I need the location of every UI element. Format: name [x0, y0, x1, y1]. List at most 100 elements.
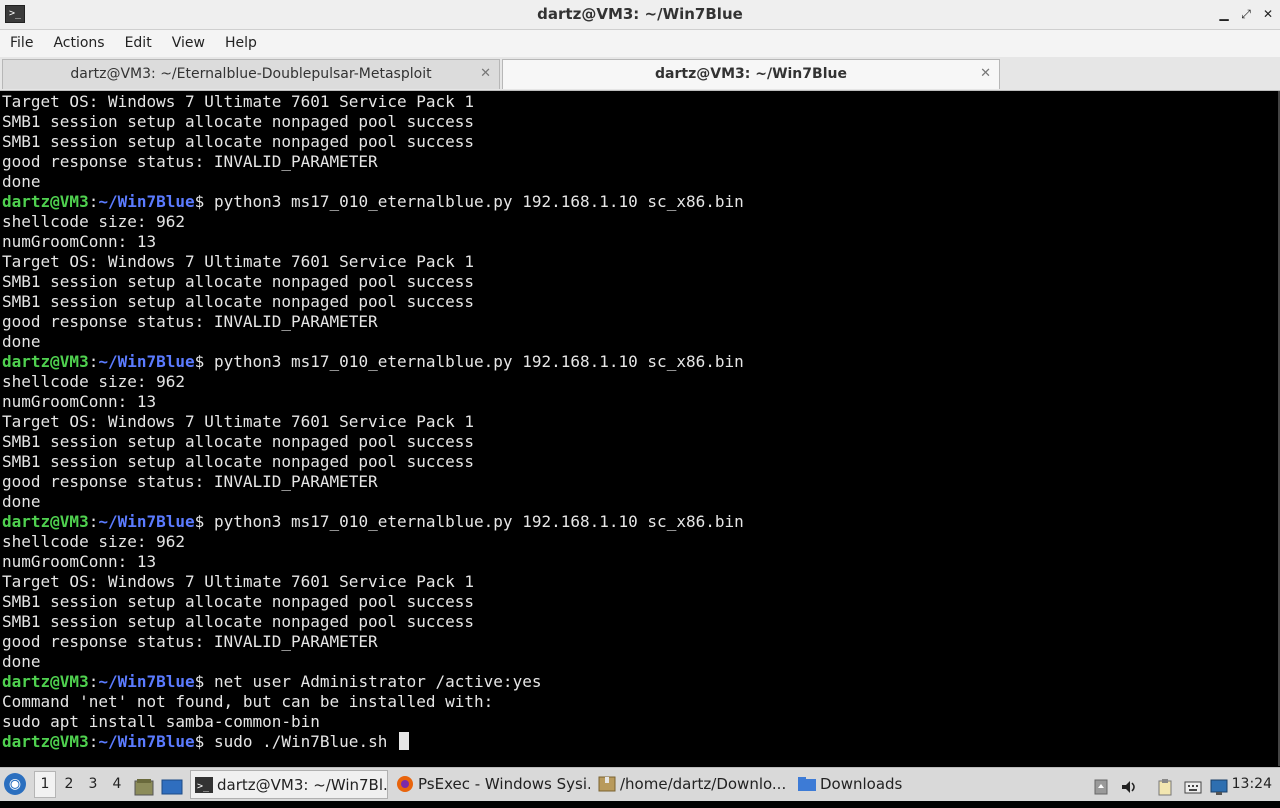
workspace-3[interactable]: 3: [82, 768, 104, 801]
firefox-icon: [397, 776, 413, 792]
terminal-output-line: Target OS: Windows 7 Ultimate 7601 Servi…: [2, 572, 475, 591]
text-cursor[interactable]: [398, 732, 409, 750]
menu-help[interactable]: Help: [215, 30, 267, 57]
prompt-separator: :: [88, 672, 99, 691]
terminal-output: Target OS: Windows 7 Ultimate 7601 Servi…: [2, 92, 744, 752]
tab-bar: dartz@VM3: ~/Eternalblue-Doublepulsar-Me…: [0, 57, 1280, 91]
terminal-output-line: Command 'net' not found, but can be inst…: [2, 692, 494, 711]
terminal-output-line: numGroomConn: 13: [2, 552, 157, 571]
window-title: dartz@VM3: ~/Win7Blue: [537, 5, 743, 23]
terminal-output-line: sudo apt install samba-common-bin: [2, 712, 320, 731]
tray-arrow-icon[interactable]: [1092, 775, 1110, 795]
terminal-output-line: good response status: INVALID_PARAMETER: [2, 632, 378, 651]
prompt-symbol: $: [194, 732, 205, 751]
close-button[interactable]: ✕: [1260, 6, 1276, 22]
terminal-output-line: SMB1 session setup allocate nonpaged poo…: [2, 432, 475, 451]
command-text: sudo ./Win7Blue.sh: [204, 732, 397, 751]
minimize-button[interactable]: ▁: [1216, 6, 1232, 22]
tab-close-icon[interactable]: ✕: [480, 60, 491, 88]
prompt-path: ~/Win7Blue: [98, 512, 195, 531]
task-label: PsExec - Windows Sysi...: [418, 775, 590, 793]
tab-label: dartz@VM3: ~/Eternalblue-Doublepulsar-Me…: [70, 66, 432, 82]
terminal-output-line: SMB1 session setup allocate nonpaged poo…: [2, 452, 475, 471]
prompt-user: dartz@VM3: [2, 672, 89, 691]
terminal-output-line: Target OS: Windows 7 Ultimate 7601 Servi…: [2, 252, 475, 271]
folder-icon: [798, 777, 816, 791]
terminal-output-line: numGroomConn: 13: [2, 232, 157, 251]
terminal-output-line: SMB1 session setup allocate nonpaged poo…: [2, 272, 475, 291]
task-firefox[interactable]: PsExec - Windows Sysi...: [392, 770, 590, 799]
terminal-output-line: done: [2, 652, 41, 671]
tab-close-icon[interactable]: ✕: [980, 60, 991, 88]
prompt-path: ~/Win7Blue: [98, 352, 195, 371]
prompt-separator: :: [88, 192, 99, 211]
prompt-symbol: $: [194, 672, 205, 691]
task-label: /home/dartz/Downlo...: [620, 775, 787, 793]
terminal-output-line: shellcode size: 962: [2, 372, 186, 391]
workspace-2[interactable]: 2: [58, 768, 80, 801]
lubuntu-start-icon[interactable]: ◉: [4, 773, 26, 795]
clock[interactable]: 13:24: [1232, 768, 1272, 801]
prompt-user: dartz@VM3: [2, 732, 89, 751]
menubar: File Actions Edit View Help: [0, 30, 1280, 57]
terminal-output-line: shellcode size: 962: [2, 532, 186, 551]
prompt-separator: :: [88, 352, 99, 371]
terminal-command-line: dartz@VM3:~/Win7Blue$ net user Administr…: [2, 672, 744, 692]
prompt-symbol: $: [194, 512, 205, 531]
tab-eternalblue-doublepulsar[interactable]: dartz@VM3: ~/Eternalblue-Doublepulsar-Me…: [2, 59, 500, 89]
prompt-path: ~/Win7Blue: [98, 672, 195, 691]
terminal-command-line: dartz@VM3:~/Win7Blue$ python3 ms17_010_e…: [2, 352, 744, 372]
task-archive[interactable]: /home/dartz/Downlo...: [594, 770, 790, 799]
command-text: net user Administrator /active:yes: [204, 672, 542, 691]
terminal-output-line: SMB1 session setup allocate nonpaged poo…: [2, 132, 475, 151]
terminal-output-line: good response status: INVALID_PARAMETER: [2, 312, 378, 331]
maximize-button[interactable]: ⤢: [1238, 6, 1254, 22]
terminal-output-line: Target OS: Windows 7 Ultimate 7601 Servi…: [2, 412, 475, 431]
terminal-icon: >_: [195, 777, 213, 793]
keyboard-icon[interactable]: [1184, 775, 1202, 794]
volume-icon[interactable]: [1120, 775, 1138, 793]
task-downloads[interactable]: Downloads: [794, 770, 944, 799]
svg-text:>_: >_: [197, 781, 210, 792]
terminal-output-line: SMB1 session setup allocate nonpaged poo…: [2, 612, 475, 631]
terminal-command-line: dartz@VM3:~/Win7Blue$ python3 ms17_010_e…: [2, 192, 744, 212]
prompt-user: dartz@VM3: [2, 352, 89, 371]
prompt-symbol: $: [194, 352, 205, 371]
terminal-output-line: done: [2, 172, 41, 191]
menu-edit[interactable]: Edit: [115, 30, 162, 57]
tab-win7blue[interactable]: dartz@VM3: ~/Win7Blue ✕: [502, 59, 1000, 89]
menu-view[interactable]: View: [162, 30, 215, 57]
terminal-output-line: good response status: INVALID_PARAMETER: [2, 472, 378, 491]
workspace-1[interactable]: 1: [34, 771, 56, 798]
command-text: python3 ms17_010_eternalblue.py 192.168.…: [204, 352, 744, 371]
prompt-separator: :: [88, 732, 99, 751]
workspace-4[interactable]: 4: [106, 768, 128, 801]
terminal-output-line: SMB1 session setup allocate nonpaged poo…: [2, 112, 475, 131]
prompt-user: dartz@VM3: [2, 512, 89, 531]
terminal-output-line: SMB1 session setup allocate nonpaged poo…: [2, 292, 475, 311]
terminal-output-line: done: [2, 492, 41, 511]
task-label: dartz@VM3: ~/Win7Bl...: [217, 776, 388, 794]
prompt-separator: :: [88, 512, 99, 531]
terminal-output-line: shellcode size: 962: [2, 212, 186, 231]
menu-file[interactable]: File: [0, 30, 43, 57]
taskbar: ◉ 1 2 3 4 >_ dartz@VM3: ~/Win7Bl... PsEx…: [0, 767, 1280, 801]
file-manager-launcher-icon[interactable]: [134, 775, 154, 796]
terminal-output-line: Target OS: Windows 7 Ultimate 7601 Servi…: [2, 92, 475, 111]
terminal-output-line: good response status: INVALID_PARAMETER: [2, 152, 378, 171]
command-text: python3 ms17_010_eternalblue.py 192.168.…: [204, 512, 744, 531]
terminal-command-line: dartz@VM3:~/Win7Blue$ sudo ./Win7Blue.sh: [2, 732, 744, 752]
terminal-view[interactable]: Target OS: Windows 7 Ultimate 7601 Servi…: [0, 91, 1280, 766]
archive-icon: [598, 776, 616, 792]
prompt-path: ~/Win7Blue: [98, 732, 195, 751]
task-label: Downloads: [820, 775, 903, 793]
prompt-symbol: $: [194, 192, 205, 211]
clipboard-icon[interactable]: [1156, 775, 1174, 796]
menu-actions[interactable]: Actions: [43, 30, 114, 57]
network-monitor-icon[interactable]: [1210, 775, 1228, 795]
command-text: python3 ms17_010_eternalblue.py 192.168.…: [204, 192, 744, 211]
terminal-output-line: SMB1 session setup allocate nonpaged poo…: [2, 592, 475, 611]
task-terminal[interactable]: >_ dartz@VM3: ~/Win7Bl...: [190, 770, 388, 799]
show-desktop-icon[interactable]: [161, 775, 183, 795]
prompt-user: dartz@VM3: [2, 192, 89, 211]
